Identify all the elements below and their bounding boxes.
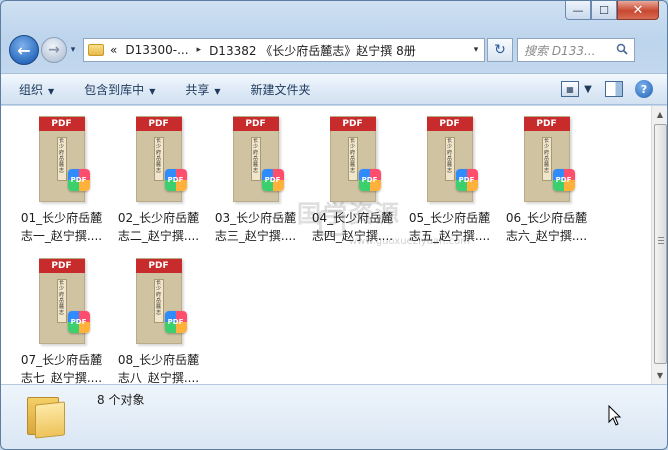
pdf-label: PDF <box>232 117 279 131</box>
pdf-label: PDF <box>38 259 85 273</box>
navigation-bar: ← → ▾ « D13300-... ▸ D13382 《长少府岳麓志》赵宁撰 … <box>9 33 659 67</box>
pdf-thumbnail: PDF 长少府岳麓志 PDF <box>135 258 187 344</box>
file-item[interactable]: PDF 长少府岳麓志 PDF 06_长少府岳麓 志六_赵宁撰.... <box>498 112 595 254</box>
pdf-app-icon: PDF <box>67 169 90 191</box>
preview-pane-icon[interactable] <box>605 81 623 97</box>
pdf-thumbnail: PDF 长少府岳麓志 PDF <box>38 258 90 344</box>
file-item[interactable]: PDF 长少府岳麓志 PDF 08_长少府岳麓 志八_赵宁撰.... <box>110 254 207 396</box>
search-placeholder: 搜索 D133... <box>524 43 596 58</box>
new-folder-button[interactable]: 新建文件夹 <box>251 81 311 98</box>
pdf-app-icon: PDF <box>455 169 478 191</box>
pdf-app-icon: PDF <box>67 311 90 333</box>
minimize-button[interactable]: — <box>565 1 591 20</box>
file-item[interactable]: PDF 长少府岳麓志 PDF 03_长少府岳麓 志三_赵宁撰.... <box>207 112 304 254</box>
file-name: 04_长少府岳麓 志四_赵宁撰.... <box>311 211 394 243</box>
book-spine-title: 长少府岳麓志 <box>56 279 67 323</box>
file-item[interactable]: PDF 长少府岳麓志 PDF 05_长少府岳麓 志五_赵宁撰.... <box>401 112 498 254</box>
folder-icon <box>88 44 104 56</box>
pdf-label: PDF <box>329 117 376 131</box>
file-grid: PDF 长少府岳麓志 PDF 01_长少府岳麓 志一_赵宁撰.... PDF 长少府岳麓志 P… <box>13 112 595 396</box>
refresh-button[interactable]: ↻ <box>487 38 513 62</box>
pdf-app-icon: PDF <box>164 311 187 333</box>
pdf-label: PDF <box>426 117 473 131</box>
item-count: 8 个对象 <box>97 393 145 407</box>
folder-icon <box>25 393 69 439</box>
pdf-label: PDF <box>38 117 85 131</box>
caption-buttons: — ☐ ✕ <box>565 1 659 21</box>
file-item[interactable]: PDF 长少府岳麓志 PDF 07_长少府岳麓 志七_赵宁撰.... <box>13 254 110 396</box>
pdf-app-icon: PDF <box>552 169 575 191</box>
share-menu[interactable]: 共享 ▼ <box>185 81 220 98</box>
pdf-label: PDF <box>135 117 182 131</box>
file-name: 05_长少府岳麓 志五_赵宁撰.... <box>408 211 491 243</box>
pdf-thumbnail: PDF 长少府岳麓志 PDF <box>329 116 381 202</box>
back-button[interactable]: ← <box>9 35 39 65</box>
organize-menu[interactable]: 组织 ▼ <box>19 81 54 98</box>
views-icon[interactable]: ▦ <box>561 81 579 97</box>
back-arrow-icon: ← <box>17 40 31 60</box>
breadcrumb-parent[interactable]: D13300-... <box>125 43 188 57</box>
pdf-thumbnail: PDF 长少府岳麓志 PDF <box>232 116 284 202</box>
file-name: 06_长少府岳麓 志六_赵宁撰.... <box>505 211 588 243</box>
explorer-window: — ☐ ✕ ← → ▾ « D13300-... ▸ D13382 《长少府岳麓… <box>0 0 668 450</box>
file-name: 08_长少府岳麓 志八_赵宁撰.... <box>117 353 200 385</box>
file-item[interactable]: PDF 长少府岳麓志 PDF 02_长少府岳麓 志二_赵宁撰.... <box>110 112 207 254</box>
recent-pages-dropdown[interactable]: ▾ <box>67 45 79 55</box>
pdf-label: PDF <box>135 259 182 273</box>
file-name: 07_长少府岳麓 志七_赵宁撰.... <box>20 353 103 385</box>
chevron-down-icon: ▼ <box>48 86 55 96</box>
pdf-thumbnail: PDF 长少府岳麓志 PDF <box>426 116 478 202</box>
book-spine-title: 长少府岳麓志 <box>444 137 455 181</box>
pdf-app-icon: PDF <box>358 169 381 191</box>
file-list: 国学资源 www.guoxueziyuan.com PDF 长少府岳麓志 PDF 01… <box>1 106 651 385</box>
address-dropdown-icon[interactable]: ▾ <box>468 45 484 55</box>
details-pane: 8 个对象 <box>1 384 667 449</box>
chevron-down-icon: ▼ <box>149 86 156 96</box>
book-spine-title: 长少府岳麓志 <box>153 137 164 181</box>
file-name: 01_长少府岳麓 志一_赵宁撰.... <box>20 211 103 243</box>
file-item[interactable]: PDF 长少府岳麓志 PDF 04_长少府岳麓 志四_赵宁撰.... <box>304 112 401 254</box>
include-in-library-menu[interactable]: 包含到库中 ▼ <box>84 81 155 98</box>
file-item[interactable]: PDF 长少府岳麓志 PDF 01_长少府岳麓 志一_赵宁撰.... <box>13 112 110 254</box>
refresh-icon: ↻ <box>494 42 506 58</box>
forward-arrow-icon: → <box>48 42 60 58</box>
book-spine-title: 长少府岳麓志 <box>153 279 164 323</box>
maximize-button[interactable]: ☐ <box>591 1 617 20</box>
views-dropdown-icon[interactable]: ▼ <box>583 81 593 97</box>
pdf-thumbnail: PDF 长少府岳麓志 PDF <box>38 116 90 202</box>
chevron-down-icon: ▼ <box>214 86 221 96</box>
book-spine-title: 长少府岳麓志 <box>541 137 552 181</box>
address-bar[interactable]: « D13300-... ▸ D13382 《长少府岳麓志》赵宁撰 8册 ▾ <box>83 38 485 62</box>
book-spine-title: 长少府岳麓志 <box>56 137 67 181</box>
file-name: 02_长少府岳麓 志二_赵宁撰.... <box>117 211 200 243</box>
pdf-app-icon: PDF <box>164 169 187 191</box>
help-icon[interactable]: ? <box>635 80 653 98</box>
scroll-up-icon[interactable]: ▲ <box>652 106 667 123</box>
forward-button[interactable]: → <box>41 37 67 63</box>
search-icon[interactable] <box>616 43 634 58</box>
scrollbar-thumb[interactable] <box>654 124 667 364</box>
file-name: 03_长少府岳麓 志三_赵宁撰.... <box>214 211 297 243</box>
vertical-scrollbar[interactable]: ▲ ▼ <box>651 106 667 384</box>
breadcrumb-current[interactable]: D13382 《长少府岳麓志》赵宁撰 8册 <box>209 42 416 59</box>
scroll-down-icon[interactable]: ▼ <box>652 367 667 384</box>
search-input[interactable]: 搜索 D133... <box>517 38 635 62</box>
pdf-app-icon: PDF <box>261 169 284 191</box>
command-bar: 组织 ▼ 包含到库中 ▼ 共享 ▼ 新建文件夹 ▦ ▼ ? <box>1 73 667 105</box>
breadcrumb-overflow[interactable]: « <box>110 43 117 57</box>
pdf-thumbnail: PDF 长少府岳麓志 PDF <box>135 116 187 202</box>
breadcrumb-separator-icon[interactable]: ▸ <box>197 45 202 55</box>
pdf-label: PDF <box>523 117 570 131</box>
book-spine-title: 长少府岳麓志 <box>250 137 261 181</box>
close-button[interactable]: ✕ <box>617 1 659 20</box>
pdf-thumbnail: PDF 长少府岳麓志 PDF <box>523 116 575 202</box>
book-spine-title: 长少府岳麓志 <box>347 137 358 181</box>
